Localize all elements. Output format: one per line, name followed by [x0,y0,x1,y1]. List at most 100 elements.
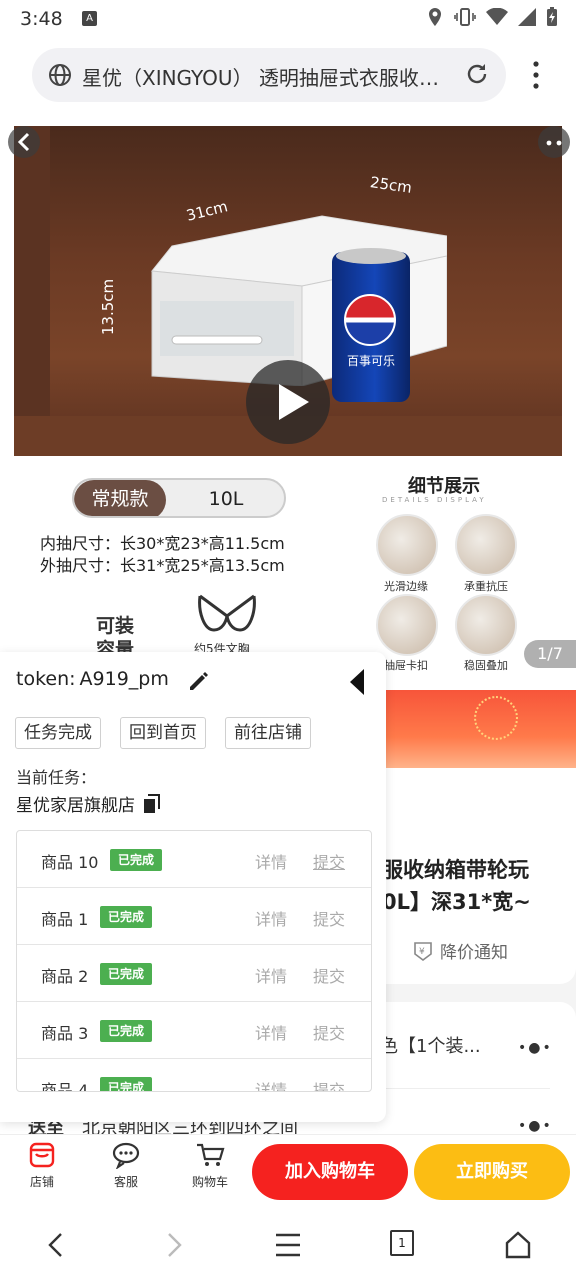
selected-spec[interactable]: 色【1个装... [380,1032,481,1058]
current-task-store: 星优家居旗舰店 [16,791,161,816]
detail-thumb-label: 光滑边缘 [384,580,428,593]
vibrate-icon [454,8,476,26]
spec-pill-type: 常规款 [74,480,166,516]
soda-can: 百事可乐 [332,248,410,402]
signal-icon [518,8,536,26]
price-drop-label: 降价通知 [440,943,508,963]
status-badge: 已完成 [100,1077,153,1091]
task-row: 商品 2 已完成 详情 提交 [17,945,371,1002]
details-title: 细节展示 [408,476,480,497]
task-complete-button[interactable]: 任务完成 [15,717,101,749]
details-subtitle: DETAILS DISPLAY [382,496,487,504]
more-menu-icon[interactable] [526,58,546,92]
detail-thumb [455,594,517,656]
add-to-cart-button[interactable]: 加入购物车 [252,1144,408,1200]
more-dots-icon[interactable]: •●• [518,1040,553,1056]
menu-icon[interactable] [274,1230,302,1260]
status-badge: 已完成 [100,906,153,928]
buy-now-button[interactable]: 立即购买 [414,1144,570,1200]
service-label: 客服 [113,1175,138,1189]
status-bar: 3:48 A [0,0,576,38]
product-gallery[interactable]: 百事可乐 31cm 25cm 13.5cm 常规款 10L 内抽尺寸：长30*宽… [0,126,576,688]
svg-text:¥: ¥ [419,947,425,957]
copy-icon[interactable] [143,793,161,814]
service-button[interactable]: 客服 [96,1141,156,1190]
back-home-button[interactable]: 回到首页 [120,717,206,749]
task-row: 商品 4 已完成 详情 提交 [17,1059,371,1092]
task-submit-link[interactable]: 提交 [313,963,345,987]
edit-pencil-icon[interactable] [186,668,212,694]
task-overlay-panel: token: A919_pm 任务完成 回到首页 前往店铺 当前任务： 星优家居… [0,652,386,1122]
status-badge: 已完成 [110,849,163,871]
task-name: 商品 3 [41,1024,89,1043]
task-name: 商品 2 [41,967,89,986]
can-text: 百事可乐 [346,354,395,368]
globe-icon [49,64,71,86]
task-detail-link[interactable]: 详情 [255,906,287,930]
status-badge: 已完成 [100,1020,153,1042]
spec-pill-volume: 10L [208,488,244,510]
store-icon [29,1142,55,1168]
task-detail-link[interactable]: 详情 [255,849,287,873]
forward-icon[interactable] [162,1230,186,1260]
store-label: 店铺 [29,1175,54,1189]
task-detail-link[interactable]: 详情 [255,1020,287,1044]
can-lid [336,248,406,264]
store-name: 星优家居旗舰店 [16,796,135,816]
gallery-more-button[interactable] [538,126,570,158]
detail-thumb [455,514,517,576]
detail-thumb-label: 承重抗压 [464,580,508,593]
status-time: 3:48 [20,8,63,30]
more-horizontal-icon [546,140,562,146]
chat-icon [112,1142,140,1169]
system-nav-bar: 1 [0,1212,576,1280]
status-icons [426,7,558,27]
page-title[interactable]: 星优（XINGYOU） 透明抽屉式衣服收纳箱带轮玩具整理箱 [82,62,452,91]
token-label: token: [16,668,76,690]
firework-icon [474,696,518,740]
dim-width: 25cm [368,173,414,197]
divider [380,1088,550,1089]
task-submit-link[interactable]: 提交 [313,1077,345,1091]
battery-icon [547,7,557,26]
collapse-triangle-icon[interactable] [346,667,368,697]
task-submit-link[interactable]: 提交 [313,1020,345,1044]
more-dots-icon[interactable]: •●• [518,1118,553,1134]
gallery-back-button[interactable] [8,126,40,158]
price-tag-icon: ¥ [414,941,432,961]
task-row: 商品 10 已完成 详情 提交 [17,831,371,888]
address-bar[interactable]: 星优（XINGYOU） 透明抽屉式衣服收纳箱带轮玩具整理箱 [32,48,506,102]
play-video-button[interactable] [246,360,330,444]
screen: 3:48 A 星优（XINGYOU） 透明抽屉式衣服收纳箱带轮玩具整理箱 [0,0,576,1280]
home-icon[interactable] [504,1230,532,1260]
cabinet-panel [14,126,50,456]
task-name: 商品 1 [41,910,89,929]
task-submit-link[interactable]: 提交 [313,906,345,930]
gallery-pager: 1/7 [524,640,576,668]
product-title-line-1: 服收纳箱带轮玩 [382,858,529,882]
back-icon[interactable] [44,1230,68,1260]
status-badge: 已完成 [100,963,153,985]
promo-banner[interactable] [380,690,576,768]
task-detail-link[interactable]: 详情 [255,963,287,987]
tabs-button[interactable]: 1 [390,1230,414,1256]
pepsi-logo-icon [344,294,396,346]
dim-height: 13.5cm [99,278,118,336]
cart-button[interactable]: 购物车 [180,1141,240,1190]
go-store-button[interactable]: 前往店铺 [225,717,311,749]
task-detail-link[interactable]: 详情 [255,1077,287,1091]
tab-count: 1 [398,1236,406,1250]
price-drop-notice[interactable]: ¥ 降价通知 [412,938,508,963]
token-row: token: A919_pm [16,668,169,690]
reload-icon[interactable] [464,61,490,87]
bra-icon [198,594,256,632]
detail-thumb [376,594,438,656]
task-name: 商品 4 [41,1081,89,1092]
cart-icon [197,1143,225,1166]
location-icon [429,8,441,26]
detail-thumb-label: 稳固叠加 [464,659,508,672]
bottom-action-bar: 店铺 客服 购物车 加入购物车 立即购买 [0,1134,576,1210]
product-title: 服收纳箱带轮玩 0L】深31*宽~ [382,854,531,918]
task-submit-link[interactable]: 提交 [313,849,345,873]
store-button[interactable]: 店铺 [12,1141,72,1190]
